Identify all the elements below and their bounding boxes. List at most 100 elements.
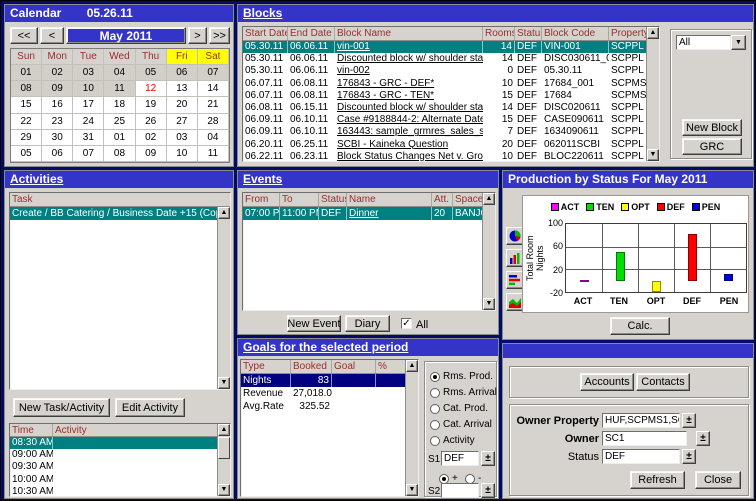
calendar-day[interactable]: 04	[198, 130, 229, 146]
task-row-selected[interactable]: Create / BB Catering / Business Date +15…	[10, 207, 230, 220]
calendar-day[interactable]: 08	[11, 81, 42, 97]
cell-name[interactable]: 176843 - GRC - TEN*	[335, 90, 483, 102]
calendar-day[interactable]: 05	[11, 146, 42, 162]
cell-name[interactable]: vin-001	[335, 41, 483, 53]
calendar-last-button[interactable]: >>	[209, 27, 230, 44]
time-row[interactable]: 09:00 AM	[10, 449, 230, 461]
cell-name[interactable]: Case #9188844-2: Alternate Dates	[335, 114, 483, 126]
status-field[interactable]: DEF	[602, 449, 680, 464]
calendar-day[interactable]: 04	[104, 65, 135, 81]
time-scrollbar[interactable]: ▲ ▼	[217, 424, 230, 496]
calendar-day[interactable]: 18	[104, 97, 135, 113]
calendar-day[interactable]: 05	[136, 65, 167, 81]
time-row[interactable]: 09:30 AM	[10, 461, 230, 473]
calendar-day[interactable]: 03	[167, 130, 198, 146]
calendar-day[interactable]: 14	[198, 81, 229, 97]
owner-property-field[interactable]: HUF,SCPMS1,SC	[602, 413, 680, 428]
calendar-day[interactable]: 27	[167, 114, 198, 130]
calendar-day[interactable]: 13	[167, 81, 198, 97]
calendar-day[interactable]: 31	[73, 130, 104, 146]
radio-activity[interactable]	[430, 436, 440, 446]
calendar-day[interactable]: 29	[11, 130, 42, 146]
cell-name[interactable]: 176843 - GRC - DEF*	[335, 78, 483, 90]
scroll-up-icon[interactable]: ▲	[218, 207, 230, 219]
edit-activity-button[interactable]: Edit Activity	[115, 398, 185, 417]
calendar-day[interactable]: 11	[104, 81, 135, 97]
calendar-day[interactable]: 26	[136, 114, 167, 130]
block-row[interactable]: 06.20.1106.25.11SCBI - Kaineka Question2…	[243, 139, 659, 151]
scroll-down-icon[interactable]: ▼	[218, 484, 230, 496]
calendar-day[interactable]: 10	[167, 146, 198, 162]
chevron-down-icon[interactable]: ▼	[731, 35, 746, 50]
s1-lov-icon[interactable]: ±	[481, 451, 495, 466]
contacts-button[interactable]: Contacts	[636, 373, 690, 391]
block-row-selected[interactable]: 05.30.1106.06.11vin-00114DEFVIN-001SCPPL	[243, 41, 659, 53]
calendar-day[interactable]: 25	[104, 114, 135, 130]
calendar-day[interactable]: 07	[198, 65, 229, 81]
s1-field[interactable]: DEF	[441, 451, 479, 466]
time-row[interactable]: 10:00 AM	[10, 474, 230, 486]
calendar-day[interactable]: 15	[11, 97, 42, 113]
cell-name[interactable]: SCBI - Kaineka Question	[335, 139, 483, 151]
calendar-day[interactable]: 28	[198, 114, 229, 130]
all-checkbox[interactable]: ✓	[401, 318, 412, 329]
owner-property-lov-icon[interactable]: ±	[682, 413, 696, 428]
calendar-month-display[interactable]: May 2011	[66, 27, 186, 44]
calendar-day[interactable]: 02	[136, 130, 167, 146]
scroll-up-icon[interactable]: ▲	[483, 193, 495, 205]
scroll-down-icon[interactable]: ▼	[483, 298, 495, 310]
radio-cat-prod[interactable]	[430, 404, 440, 414]
calendar-first-button[interactable]: <<	[10, 27, 38, 44]
calendar-day[interactable]: 23	[42, 114, 73, 130]
event-row-selected[interactable]: 07:00 PM 11:00 PM DEF Dinner 20 BANJO3	[243, 207, 495, 220]
calendar-day[interactable]: 08	[104, 146, 135, 162]
calendar-day[interactable]: 10	[73, 81, 104, 97]
calendar-day[interactable]: 17	[73, 97, 104, 113]
calendar-day[interactable]: 03	[73, 65, 104, 81]
goal-row[interactable]: Avg.Rate 325.52	[241, 400, 418, 413]
block-row[interactable]: 06.07.1106.08.11176843 - GRC - DEF*10DEF…	[243, 78, 659, 90]
calendar-day[interactable]: 06	[167, 65, 198, 81]
events-scrollbar[interactable]: ▲ ▼	[482, 193, 495, 310]
calendar-prev-button[interactable]: <	[40, 27, 64, 44]
radio-rms-arrival[interactable]	[430, 388, 440, 398]
status-lov-icon[interactable]: ±	[682, 449, 696, 464]
calc-button[interactable]: Calc.	[610, 317, 670, 335]
radio-rms-prod[interactable]	[430, 372, 440, 382]
blocks-filter-combobox[interactable]: All	[676, 35, 731, 50]
goals-scrollbar[interactable]: ▲ ▼	[405, 360, 418, 496]
cell-name[interactable]: Block Status Changes Net v. Gross	[335, 151, 483, 162]
calendar-day[interactable]: 21	[198, 97, 229, 113]
s2-field[interactable]	[441, 483, 479, 498]
calendar-day[interactable]: 01	[104, 130, 135, 146]
calendar-day[interactable]: 02	[42, 65, 73, 81]
calendar-day[interactable]: 09	[42, 81, 73, 97]
close-button[interactable]: Close	[695, 471, 741, 489]
calendar-day[interactable]: 24	[73, 114, 104, 130]
blocks-scrollbar[interactable]: ▲ ▼	[646, 27, 659, 161]
scroll-down-icon[interactable]: ▼	[218, 377, 230, 389]
owner-lov-icon[interactable]: ±	[696, 431, 710, 446]
goal-row-selected[interactable]: Nights 83	[241, 374, 418, 387]
time-row[interactable]: 10:30 AM	[10, 486, 230, 497]
calendar-day[interactable]: 11	[198, 146, 229, 162]
scrollbar-thumb[interactable]	[218, 437, 230, 459]
diary-button[interactable]: Diary	[345, 315, 390, 332]
radio-cat-arrival[interactable]	[430, 420, 440, 430]
block-row[interactable]: 06.22.1106.23.11Block Status Changes Net…	[243, 151, 659, 162]
block-row[interactable]: 06.09.1106.10.11163443: sample_grmres_sa…	[243, 126, 659, 138]
calendar-day[interactable]: 07	[73, 146, 104, 162]
new-task-activity-button[interactable]: New Task/Activity	[13, 398, 110, 417]
grc-button[interactable]: GRC	[682, 138, 742, 155]
cell-name[interactable]: Dinner	[347, 207, 432, 220]
cell-name[interactable]: Discounted block w/ shoulder start	[335, 102, 483, 114]
scroll-up-icon[interactable]: ▲	[647, 27, 659, 39]
scroll-down-icon[interactable]: ▼	[406, 484, 418, 496]
block-row[interactable]: 05.30.1106.06.11Discounted block w/ shou…	[243, 53, 659, 65]
new-event-button[interactable]: New Event	[287, 315, 341, 332]
calendar-day-highlighted[interactable]: 12	[136, 81, 167, 97]
new-block-button[interactable]: New Block	[682, 119, 742, 136]
scroll-down-icon[interactable]: ▼	[647, 149, 659, 161]
cell-name[interactable]: Discounted block w/ shoulder start	[335, 53, 483, 65]
goal-row[interactable]: Revenue 27,018.00	[241, 387, 418, 400]
